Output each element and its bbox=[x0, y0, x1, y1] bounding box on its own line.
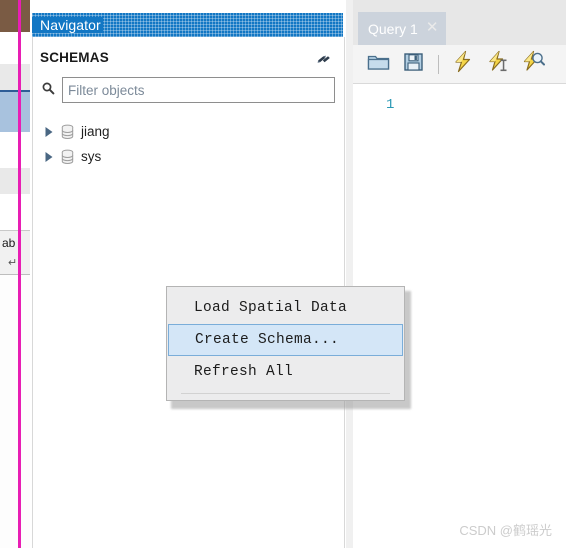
search-icon bbox=[41, 81, 55, 95]
panel-splitter[interactable] bbox=[346, 0, 353, 548]
query-panel: Query 1 ✕ 1 bbox=[353, 0, 566, 548]
chevron-right-icon[interactable] bbox=[41, 151, 57, 163]
editor-line-number: 1 bbox=[386, 97, 395, 113]
context-menu: Load Spatial Data Create Schema... Refre… bbox=[166, 286, 405, 401]
tab-label: Query 1 bbox=[368, 20, 418, 37]
tree-item-jiang[interactable]: jiang bbox=[33, 119, 344, 144]
save-sql-script-button[interactable] bbox=[400, 51, 427, 78]
schemas-tree: jiang sys bbox=[33, 119, 344, 169]
chevron-right-icon[interactable] bbox=[41, 126, 57, 138]
tree-item-sys[interactable]: sys bbox=[33, 144, 344, 169]
navigator-titlebar[interactable]: Navigator bbox=[32, 13, 343, 37]
navigator-title: Navigator bbox=[32, 17, 103, 33]
execute-current-statement-button[interactable] bbox=[485, 50, 512, 78]
menu-item-refresh-all[interactable]: Refresh All bbox=[167, 356, 404, 388]
lightning-icon bbox=[452, 50, 475, 78]
tab-strip: Query 1 ✕ bbox=[353, 0, 566, 45]
filter-row bbox=[33, 77, 344, 105]
tree-item-label: jiang bbox=[81, 124, 110, 139]
toolbar-separator bbox=[438, 54, 439, 74]
query-toolbar bbox=[353, 45, 566, 84]
schemas-label: SCHEMAS bbox=[40, 50, 109, 65]
schemas-section-header: SCHEMAS bbox=[33, 49, 344, 73]
close-icon[interactable]: ✕ bbox=[426, 20, 439, 37]
database-icon bbox=[57, 149, 77, 165]
open-sql-script-button[interactable] bbox=[365, 51, 392, 78]
database-icon bbox=[57, 124, 77, 140]
navigator-panel: Navigator SCHEMAS Filter objects jiang s… bbox=[30, 0, 346, 548]
filter-objects-input[interactable] bbox=[62, 77, 335, 103]
tab-query-1[interactable]: Query 1 ✕ bbox=[358, 12, 447, 45]
menu-item-create-schema[interactable]: Create Schema... bbox=[168, 324, 403, 356]
app-root: ab ↵ Navigator SCHEMAS Filter objects ji… bbox=[0, 0, 566, 548]
annotation-line bbox=[18, 0, 21, 548]
floppy-save-icon bbox=[403, 51, 424, 77]
execute-statement-button[interactable] bbox=[450, 50, 477, 78]
lightning-magnifier-icon bbox=[522, 50, 545, 78]
explain-statement-button[interactable] bbox=[520, 50, 547, 78]
bg-clipped-label: ab bbox=[2, 236, 16, 250]
refresh-icon[interactable] bbox=[316, 51, 332, 67]
watermark: CSDN @鹤瑶光 bbox=[459, 523, 552, 538]
menu-bottom-separator bbox=[181, 393, 390, 394]
folder-open-icon bbox=[367, 52, 390, 77]
tree-item-label: sys bbox=[81, 149, 102, 164]
bg-return-arrow-icon: ↵ bbox=[8, 257, 18, 269]
menu-item-load-spatial-data[interactable]: Load Spatial Data bbox=[167, 292, 404, 324]
lightning-cursor-icon bbox=[487, 50, 510, 78]
